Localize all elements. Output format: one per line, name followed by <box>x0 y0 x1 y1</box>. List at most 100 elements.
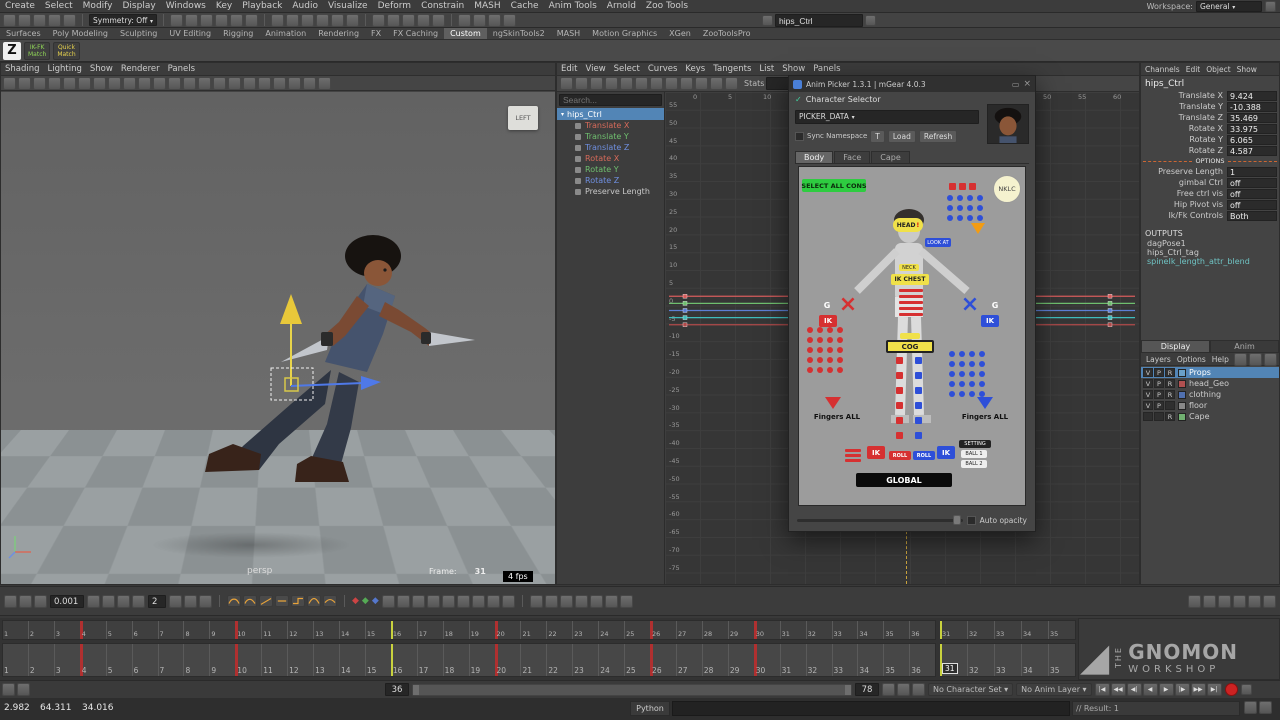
shelf-tab[interactable]: FX Caching <box>387 28 444 39</box>
viewport-toolbar-icon[interactable] <box>228 77 241 90</box>
menu-item[interactable]: Visualize <box>323 1 373 11</box>
timeline-frame[interactable]: 27 <box>676 621 702 639</box>
shelf-tab[interactable]: Rendering <box>312 28 365 39</box>
timeline-frame[interactable]: 24 <box>598 621 624 639</box>
playback-option-icon[interactable] <box>897 683 910 696</box>
right-foot-roll-button[interactable]: ROLL <box>913 451 935 460</box>
timeline-frame[interactable]: 2 <box>28 621 54 639</box>
menu-item[interactable]: Key <box>211 1 237 11</box>
graph-toolbar-icon[interactable] <box>650 77 663 90</box>
timeline-frame[interactable]: 20 <box>495 621 521 639</box>
layer-toolbar-icon[interactable] <box>1234 353 1247 366</box>
picker-dot-button[interactable] <box>807 327 813 333</box>
picker-tab[interactable]: Face <box>834 151 870 163</box>
picker-dot-button[interactable] <box>827 347 833 353</box>
gimbal-left-label[interactable]: G <box>821 299 833 311</box>
viewport-toolbar-icon[interactable] <box>3 77 16 90</box>
graph-menu-item[interactable]: Show <box>778 64 809 74</box>
undo-icon[interactable] <box>48 14 61 27</box>
layer-toolbar-icon[interactable] <box>1264 353 1277 366</box>
playback-options-icon[interactable] <box>1241 684 1252 695</box>
script-editor-icon[interactable] <box>1259 701 1272 714</box>
timeline-menu-icon[interactable] <box>1233 595 1246 608</box>
play-backwards-button[interactable]: ◀ <box>1143 683 1158 696</box>
timeline-frame[interactable]: 30 <box>754 644 780 676</box>
go-to-start-button[interactable]: |◀ <box>1095 683 1110 696</box>
timeline-frame[interactable]: 14 <box>339 621 365 639</box>
picker-bar-button[interactable] <box>899 301 923 304</box>
playback-tool-icon[interactable] <box>605 595 618 608</box>
load-button[interactable]: Load <box>888 130 916 143</box>
viewport-toolbar-icon[interactable] <box>138 77 151 90</box>
timeline-frame[interactable]: 2 <box>28 644 54 676</box>
viewport-toolbar-icon[interactable] <box>48 77 61 90</box>
timeline-frame[interactable]: 5 <box>106 644 132 676</box>
channel-row[interactable]: Rotate Z4.587 <box>1141 145 1279 156</box>
timeline-frame[interactable]: 16 <box>391 621 417 639</box>
status-tool-icon[interactable] <box>286 14 299 27</box>
timeline-frame[interactable]: 25 <box>624 621 650 639</box>
playback-tool-icon[interactable] <box>575 595 588 608</box>
snap-point-icon[interactable] <box>200 14 213 27</box>
timeline-frame[interactable]: 26 <box>650 621 676 639</box>
channel-row[interactable]: Translate Z35.469 <box>1141 112 1279 123</box>
picker-dot-button[interactable] <box>947 205 953 211</box>
selection-mask-icon[interactable] <box>762 15 773 26</box>
left-foot-roll-button[interactable]: ROLL <box>889 451 911 460</box>
auto-tangent-icon[interactable] <box>323 595 337 607</box>
timeline-frame[interactable]: 32 <box>967 644 994 676</box>
right-fingers-all-arrow[interactable] <box>977 397 993 409</box>
graph-channel-item[interactable]: Translate Y <box>557 131 664 142</box>
status-tool-icon[interactable] <box>346 14 359 27</box>
picker-square-button[interactable] <box>959 183 966 190</box>
viewport-toolbar-icon[interactable] <box>243 77 256 90</box>
picker-dot-button[interactable] <box>969 391 975 397</box>
layer-toggle-r[interactable] <box>1165 401 1175 410</box>
look-at-button[interactable]: LOOK AT <box>925 238 951 247</box>
layer-color-swatch[interactable] <box>1178 380 1186 388</box>
viewport-toolbar-icon[interactable] <box>198 77 211 90</box>
command-language-toggle[interactable]: Python <box>630 701 670 716</box>
layer-toggle-r[interactable]: R <box>1165 379 1175 388</box>
channel-row[interactable]: Translate Y-10.388 <box>1141 101 1279 112</box>
setting-button[interactable]: SETTING <box>959 440 991 448</box>
viewport-toolbar-icon[interactable] <box>168 77 181 90</box>
picker-canvas[interactable]: SELECT ALL CONS NKLC HEAD ! LOOK AT NECK… <box>798 166 1026 506</box>
timeline-frame[interactable]: 15 <box>365 621 391 639</box>
picker-bar-button[interactable] <box>896 432 903 439</box>
picker-bar-button[interactable] <box>896 402 903 409</box>
channel-box-menu-item[interactable]: Edit <box>1183 65 1204 74</box>
step-field[interactable]: 2 <box>148 595 166 608</box>
graph-toolbar-icon[interactable] <box>695 77 708 90</box>
anim-tool-icon[interactable] <box>502 595 515 608</box>
shelf-tab[interactable]: Surfaces <box>0 28 47 39</box>
picker-dot-button[interactable] <box>969 381 975 387</box>
graph-channel-item[interactable]: Translate Z <box>557 142 664 153</box>
record-button[interactable] <box>1225 683 1238 696</box>
menu-item[interactable]: Deform <box>373 1 416 11</box>
timeline-frame[interactable]: 15 <box>365 644 391 676</box>
picker-bar-button[interactable] <box>915 387 922 394</box>
viewport-canvas[interactable]: LEFT persp Frame: 31 4 fps <box>1 92 555 584</box>
timeline-frame[interactable]: 12 <box>287 621 313 639</box>
layer-color-swatch[interactable] <box>1178 413 1186 421</box>
workspace-selector[interactable]: General ▾ <box>1196 1 1262 12</box>
go-to-end-button[interactable]: ▶| <box>1207 683 1222 696</box>
playback-option-icon[interactable] <box>912 683 925 696</box>
anim-tool-icon[interactable] <box>427 595 440 608</box>
graph-menu-item[interactable]: Tangents <box>709 64 755 74</box>
status-render-icon[interactable] <box>432 14 445 27</box>
picker-dot-button[interactable] <box>817 347 823 353</box>
timeline-frame[interactable]: 12 <box>287 644 313 676</box>
viewport-toolbar-icon[interactable] <box>213 77 226 90</box>
anim-tool-icon[interactable] <box>487 595 500 608</box>
graph-toolbar-icon[interactable] <box>575 77 588 90</box>
nklc-button[interactable]: NKLC <box>993 175 1021 203</box>
timeline-frame[interactable]: 33 <box>832 621 858 639</box>
timeline-frame[interactable]: 3 <box>54 644 80 676</box>
shelf-tab[interactable]: Poly Modeling <box>47 28 114 39</box>
timeline-frame[interactable]: 33 <box>994 644 1021 676</box>
script-editor-icon[interactable] <box>1244 701 1257 714</box>
timeline-frame[interactable]: 11 <box>261 621 287 639</box>
channel-value[interactable]: Both <box>1227 211 1277 221</box>
